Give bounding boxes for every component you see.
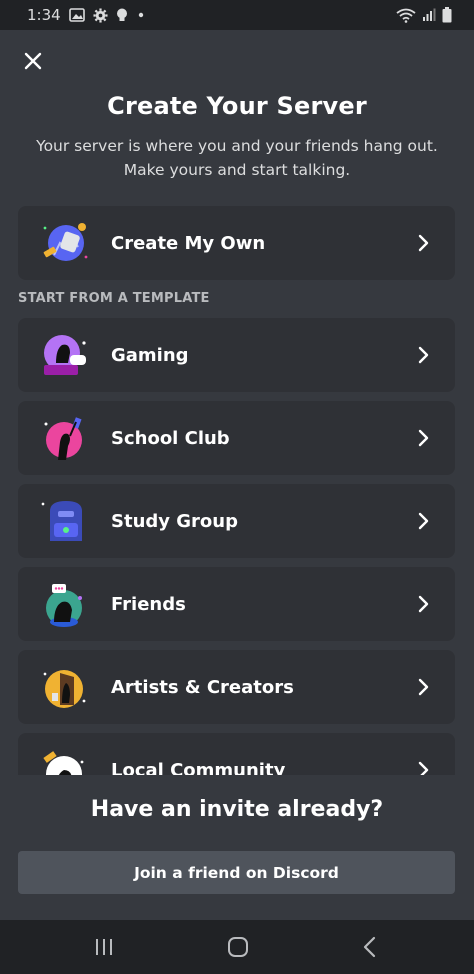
template-section-header: START FROM A TEMPLATE (18, 291, 210, 306)
gear-icon (93, 7, 108, 23)
create-my-own-label: Create My Own (111, 232, 266, 254)
template-friends[interactable]: Friends (18, 567, 455, 641)
back-icon (363, 936, 376, 958)
wifi-icon (396, 8, 416, 23)
page-title: Create Your Server (107, 92, 367, 120)
template-school-club[interactable]: School Club (18, 401, 455, 475)
invite-title: Have an invite already? (90, 797, 384, 822)
template-label: School Club (111, 427, 230, 449)
chevron-right-icon (418, 512, 429, 530)
lightbulb-icon (116, 8, 127, 21)
join-friend-button[interactable]: Join a friend on Discord (18, 851, 455, 894)
home-icon (228, 937, 248, 957)
create-server-icon (40, 221, 88, 265)
chevron-right-icon (418, 429, 429, 447)
template-label: Artists & Creators (111, 676, 294, 698)
study-group-icon (40, 499, 88, 543)
school-club-icon (40, 416, 88, 460)
chevron-right-icon (418, 234, 429, 252)
close-icon (24, 52, 42, 70)
create-my-own-button[interactable]: Create My Own (18, 206, 455, 280)
template-label: Study Group (111, 510, 238, 532)
back-button[interactable] (350, 934, 390, 960)
close-button[interactable] (18, 46, 48, 76)
template-list[interactable]: Gaming School Club Study Group Friends A… (0, 310, 474, 775)
recent-apps-button[interactable] (84, 934, 124, 960)
artists-creators-icon (40, 665, 88, 709)
chevron-right-icon (418, 346, 429, 364)
chevron-right-icon (418, 595, 429, 613)
status-bar: 1:34 (0, 0, 474, 30)
template-gaming[interactable]: Gaming (18, 318, 455, 392)
recent-apps-icon (96, 939, 112, 955)
template-local-community[interactable]: Local Community (18, 733, 455, 775)
image-icon (68, 8, 85, 22)
friends-icon (40, 582, 88, 627)
template-study-group[interactable]: Study Group (18, 484, 455, 558)
template-artists-creators[interactable]: Artists & Creators (18, 650, 455, 724)
page-subtitle: Your server is where you and your friend… (36, 137, 438, 179)
chevron-right-icon (418, 761, 429, 775)
home-button[interactable] (218, 934, 258, 960)
template-label: Gaming (111, 344, 189, 366)
system-nav-bar (0, 920, 474, 974)
signal-icon (423, 8, 436, 21)
chevron-right-icon (418, 678, 429, 696)
battery-icon (442, 7, 452, 23)
template-label: Friends (111, 593, 186, 615)
gaming-icon (40, 333, 88, 377)
template-label: Local Community (111, 759, 286, 776)
dot-icon (138, 12, 143, 18)
status-time: 1:34 (27, 6, 61, 24)
local-community-icon (40, 748, 88, 775)
